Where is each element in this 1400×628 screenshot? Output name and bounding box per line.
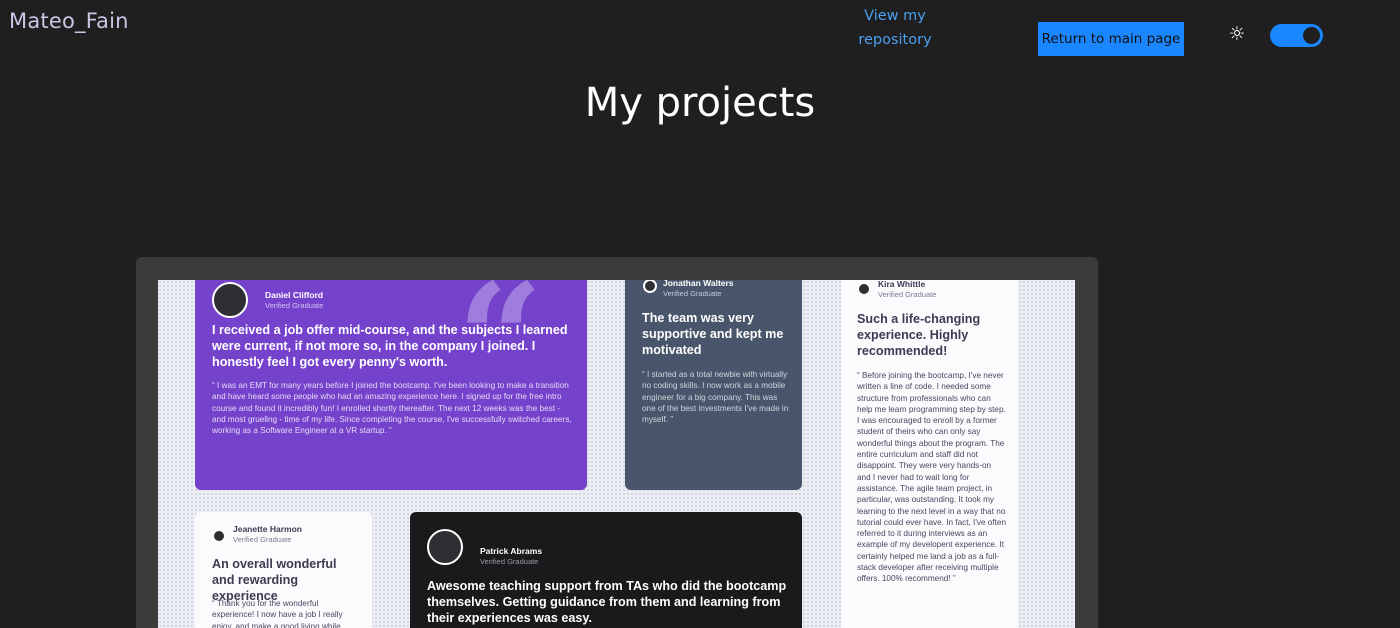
view-repository-link[interactable]: View my repository	[858, 4, 932, 52]
avatar	[212, 282, 248, 318]
testimonial-role: Verified Graduate	[878, 290, 937, 299]
testimonial-headline: Awesome teaching support from TAs who di…	[427, 579, 787, 625]
testimonial-headline: Such a life-changing experience. Highly …	[857, 312, 981, 358]
testimonial-quote: “ I was an EMT for many years before I j…	[212, 381, 572, 436]
avatar	[212, 529, 226, 543]
page-title: My projects	[584, 80, 816, 126]
testimonial-name: Jeanette Harmon	[233, 524, 302, 534]
testimonial-headline: The team was very supportive and kept me…	[642, 311, 784, 357]
toggle-knob	[1303, 27, 1320, 44]
testimonial-role: Verified Graduate	[480, 557, 539, 566]
testimonial-name: Daniel Clifford	[265, 290, 324, 300]
testimonial-role: Verified Graduate	[663, 289, 722, 298]
testimonial-quote: “ I started as a total newbie with virtu…	[642, 370, 789, 425]
project-preview-screen[interactable]: “ Daniel Clifford Verified Graduate I re…	[158, 280, 1075, 628]
testimonial-quote: “ Thank you for the wonderful experience…	[212, 599, 343, 628]
testimonial-quote: “ Before joining the bootcamp, I've neve…	[857, 371, 1007, 584]
testimonial-card: Kira Whittle Verified Graduate Such a li…	[841, 280, 1018, 628]
testimonial-name: Patrick Abrams	[480, 546, 543, 556]
testimonial-name: Jonathan Walters	[663, 280, 734, 288]
sun-icon: ☼	[1228, 23, 1246, 45]
brand-logo[interactable]: Mateo_Fain	[9, 9, 129, 33]
theme-toggle[interactable]	[1270, 24, 1323, 47]
testimonial-card: Jeanette Harmon Verified Graduate An ove…	[195, 512, 372, 628]
testimonial-card: Patrick Abrams Verified Graduate Awesome…	[410, 512, 802, 628]
testimonial-role: Verified Graduate	[233, 535, 292, 544]
testimonial-name: Kira Whittle	[878, 280, 926, 289]
avatar	[643, 280, 657, 293]
testimonial-card: Jonathan Walters Verified Graduate The t…	[625, 280, 802, 490]
avatar	[427, 529, 463, 565]
avatar	[857, 282, 871, 296]
testimonial-card: “ Daniel Clifford Verified Graduate I re…	[195, 280, 587, 490]
return-main-page-button[interactable]: Return to main page	[1038, 22, 1184, 56]
testimonial-role: Verified Graduate	[265, 301, 324, 310]
testimonial-headline: I received a job offer mid-course, and t…	[212, 323, 568, 369]
testimonial-headline: An overall wonderful and rewarding exper…	[212, 557, 337, 603]
